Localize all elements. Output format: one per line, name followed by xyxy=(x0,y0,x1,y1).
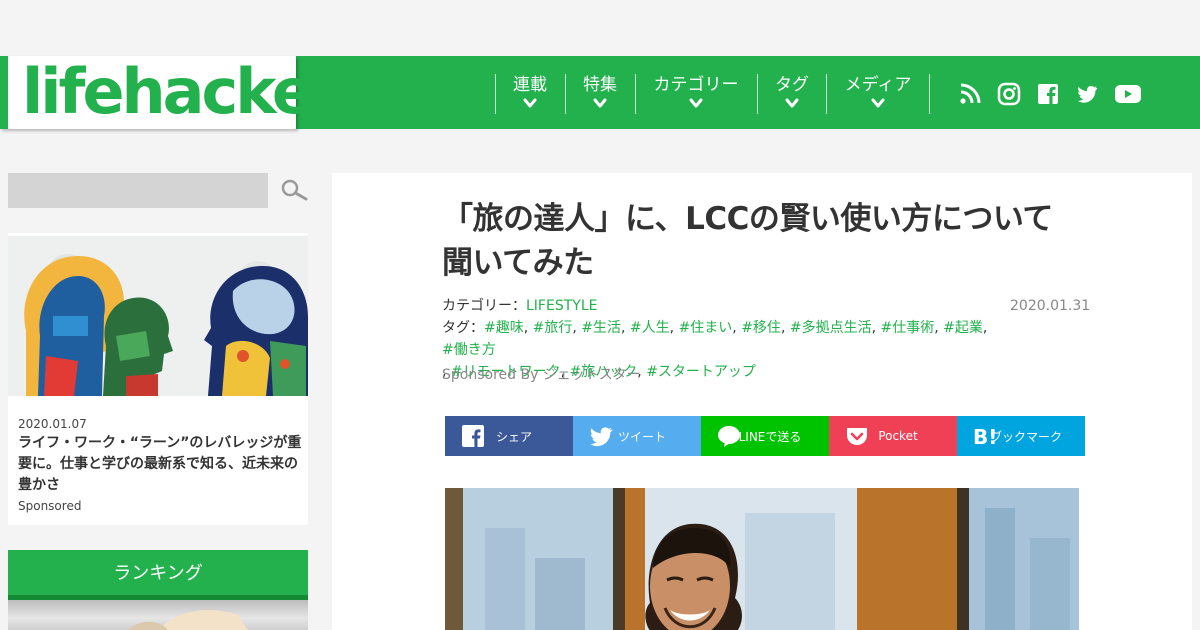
logo-link[interactable]: lifehacker xyxy=(0,55,341,129)
logo-accent xyxy=(0,56,8,129)
card-title[interactable]: ライフ・ワーク・“ラーン”のレバレッジが重要に。仕事と学びの最新系で知る、近未来… xyxy=(18,433,303,496)
share-label: ブックマーク xyxy=(989,429,1062,444)
tag-link[interactable]: #人生 xyxy=(630,320,670,336)
facebook-icon[interactable] xyxy=(1036,82,1060,106)
ranking-header: ランキング xyxy=(8,550,308,600)
share-label: LINEで送る xyxy=(738,429,802,444)
chevron-down-icon xyxy=(785,98,799,108)
article-hero-image xyxy=(445,488,1079,630)
nav-item-label: 連載 xyxy=(513,75,547,95)
youtube-icon[interactable] xyxy=(1114,82,1142,106)
article-title: 「旅の達人」に、LCCの賢い使い方について聞いてみた xyxy=(442,201,1053,281)
category-link[interactable]: LIFESTYLE xyxy=(526,298,597,314)
share-label: シェア xyxy=(495,429,532,444)
chevron-down-icon xyxy=(523,98,537,108)
card-sponsored-label: Sponsored xyxy=(18,499,82,513)
nav-item-label: 特集 xyxy=(583,75,617,95)
card-date: 2020.01.07 xyxy=(18,417,87,431)
sponsored-by: Sponsored By ジェットスター xyxy=(442,367,641,383)
tag-link[interactable]: #移住 xyxy=(741,320,781,336)
tag-link[interactable]: #働き方 xyxy=(442,342,496,358)
hatena-bookmark-button[interactable]: B! ブックマーク xyxy=(957,416,1085,456)
tag-link[interactable]: #住まい xyxy=(679,320,733,336)
instagram-icon[interactable] xyxy=(997,82,1021,106)
article-panel: 「旅の達人」に、LCCの賢い使い方について聞いてみた カテゴリー：LIFESTY… xyxy=(332,173,1192,630)
line-share-button[interactable]: LINEで送る xyxy=(701,416,829,456)
category-label: カテゴリー： xyxy=(442,298,526,314)
nav-item-label: カテゴリー xyxy=(653,75,739,95)
chevron-down-icon xyxy=(689,98,703,108)
twitter-share-button[interactable]: ツイート xyxy=(573,416,701,456)
tags-label: タグ： xyxy=(442,320,484,336)
nav-item-features[interactable]: 特集 xyxy=(566,74,634,114)
facebook-share-button[interactable]: シェア xyxy=(445,416,573,456)
tag-link[interactable]: #スタートアップ xyxy=(646,364,756,380)
nav-divider xyxy=(929,74,930,114)
chevron-down-icon xyxy=(593,98,607,108)
chevron-down-icon xyxy=(871,98,885,108)
tag-link[interactable]: #旅行 xyxy=(533,320,573,336)
nav-item-series[interactable]: 連載 xyxy=(496,74,564,114)
rss-icon[interactable] xyxy=(958,82,982,106)
nav-item-label: タグ xyxy=(775,75,809,95)
search-icon[interactable] xyxy=(280,178,308,204)
tag-link[interactable]: #生活 xyxy=(581,320,621,336)
tag-link[interactable]: #仕事術 xyxy=(880,320,934,336)
ranking-thumbnail[interactable] xyxy=(8,600,308,630)
tag-link[interactable]: #趣味 xyxy=(484,320,524,336)
article-category: カテゴリー：LIFESTYLE xyxy=(442,295,597,315)
nav-item-tags[interactable]: タグ xyxy=(758,74,826,114)
share-label: Pocket xyxy=(878,429,918,443)
tag-link[interactable]: #多拠点生活 xyxy=(790,320,872,336)
article-date: 2020.01.31 xyxy=(1010,298,1091,314)
card-thumbnail xyxy=(8,236,308,396)
nav-item-media[interactable]: メディア xyxy=(827,74,929,114)
tag-link[interactable]: #起業 xyxy=(943,320,983,336)
sponsored-card[interactable]: 2020.01.07 ライフ・ワーク・“ラーン”のレバレッジが重要に。仕事と学び… xyxy=(8,233,308,525)
share-buttons: シェア ツイート LINEで送る Pocket B! ブックマーク xyxy=(445,416,1085,456)
share-label: ツイート xyxy=(617,429,666,444)
search-input[interactable] xyxy=(8,173,268,208)
nav-item-category[interactable]: カテゴリー xyxy=(636,74,756,114)
pocket-share-button[interactable]: Pocket xyxy=(829,416,957,456)
logo: lifehacker xyxy=(22,55,341,128)
nav-item-label: メディア xyxy=(844,75,912,95)
twitter-icon[interactable] xyxy=(1075,82,1099,106)
